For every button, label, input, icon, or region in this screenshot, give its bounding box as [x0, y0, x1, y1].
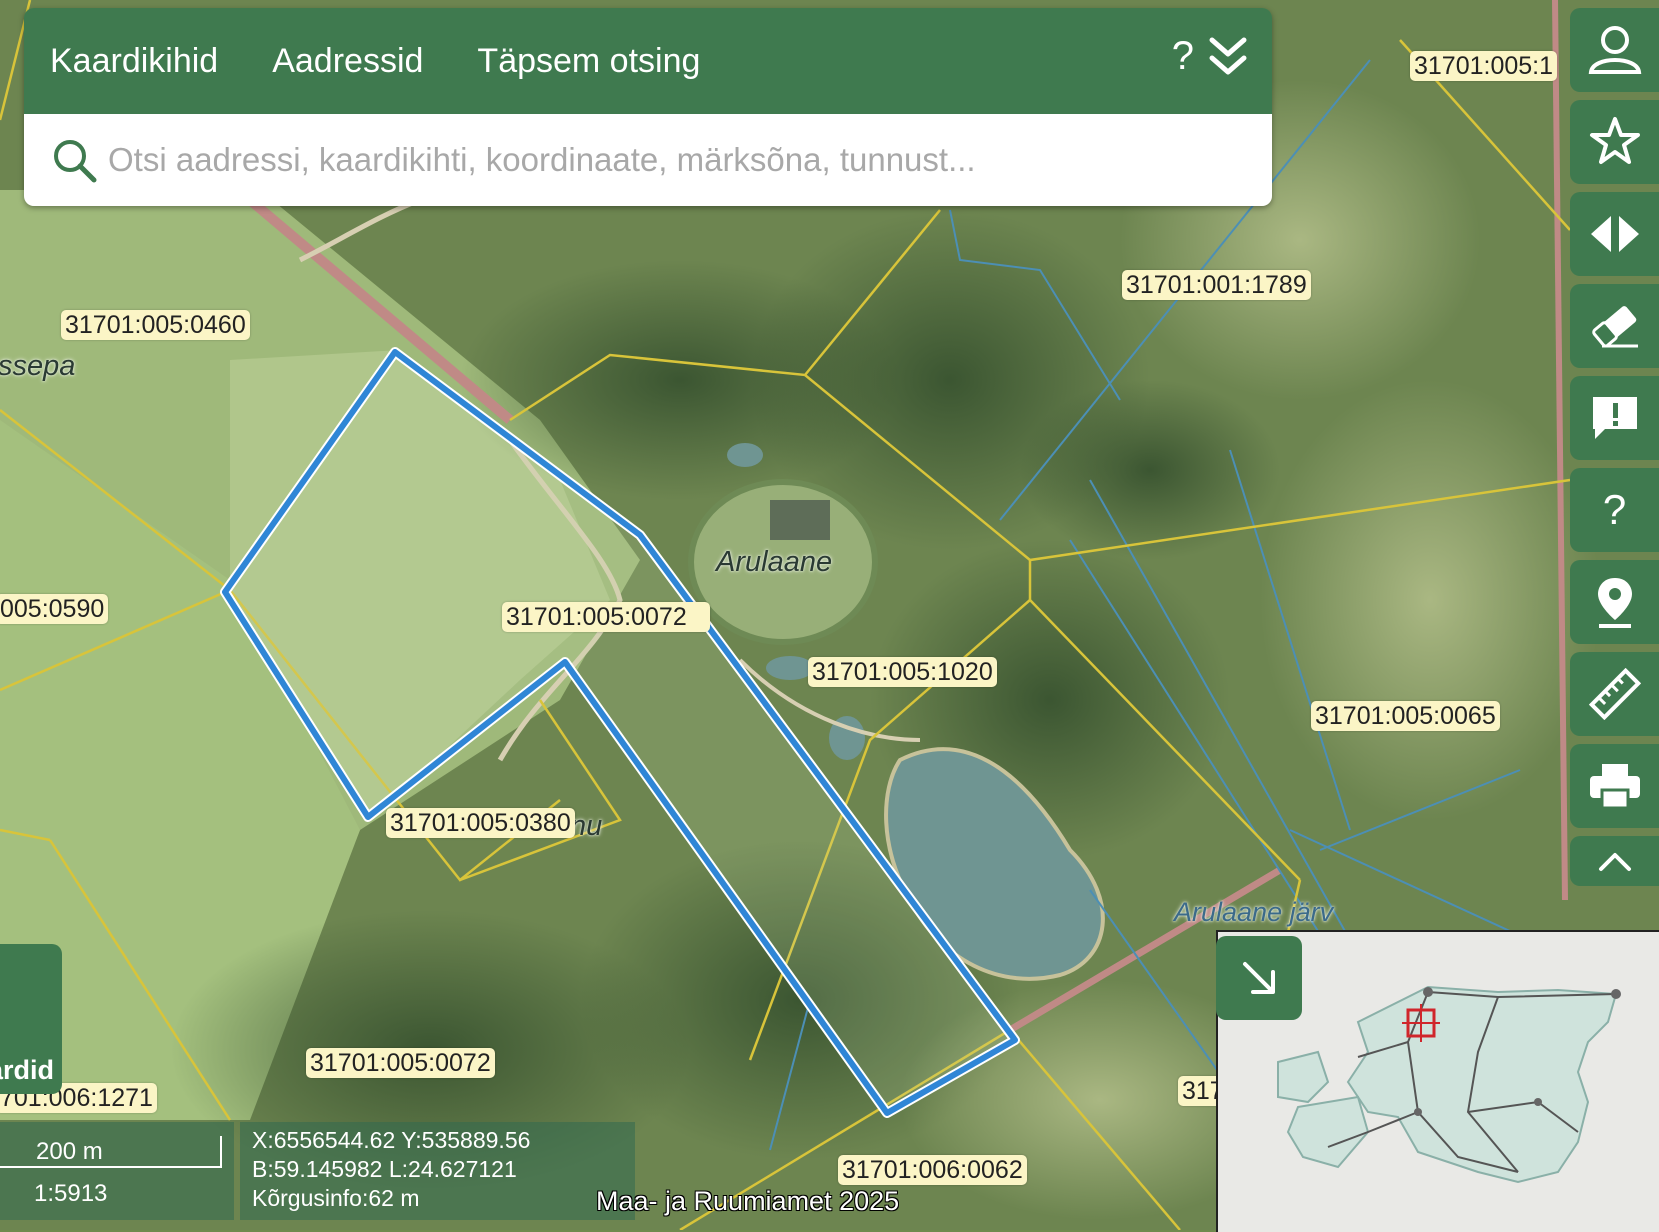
- favorites-button[interactable]: [1570, 100, 1659, 184]
- ruler-icon: [1588, 668, 1641, 720]
- double-chevron-down-icon: [1209, 37, 1247, 75]
- chevron-up-icon: [1598, 853, 1631, 871]
- parcel-label: 31701:005:0065: [1311, 701, 1500, 731]
- eraser-icon: [1591, 306, 1638, 348]
- print-icon: [1589, 764, 1640, 810]
- parcel-label: 31701:005:0072: [306, 1048, 495, 1078]
- compare-icon: [1590, 216, 1639, 252]
- scale-bar: [0, 1136, 222, 1168]
- user-icon: [1588, 26, 1641, 74]
- help-button[interactable]: ?: [1570, 468, 1659, 552]
- map-layers-panel-label: ardid: [0, 1055, 54, 1085]
- overview-collapse-button[interactable]: [1216, 936, 1302, 1020]
- user-button[interactable]: [1570, 8, 1659, 92]
- parcel-label: 31701:005:1: [1410, 51, 1558, 81]
- tab-aadressid[interactable]: Aadressid: [272, 42, 423, 81]
- parcel-label: 005:0590: [0, 594, 109, 624]
- star-icon: [1589, 117, 1640, 164]
- parcel-label: 31701:006:0062: [838, 1155, 1027, 1185]
- parcel-label: 31701:005:1020: [808, 657, 997, 687]
- scale-ratio: 1:5913: [34, 1180, 108, 1207]
- coordinates-box: X:6556544.62 Y:535889.56 B:59.145982 L:2…: [240, 1122, 635, 1220]
- search-row: [24, 114, 1272, 206]
- coord-bl: B:59.145982 L:24.627121: [252, 1156, 517, 1182]
- search-icon: [54, 140, 97, 183]
- parcel-label: 31701:005:0380: [386, 808, 575, 838]
- collapse-toolbar-button[interactable]: [1570, 836, 1659, 886]
- search-panel: Kaardikihid Aadressid Täpsem otsing ?: [24, 8, 1272, 206]
- scale-box: 200 m 1:5913: [0, 1122, 234, 1220]
- eraser-button[interactable]: [1570, 284, 1659, 368]
- parcel-label: 31701:001:1789: [1122, 270, 1311, 300]
- feedback-button[interactable]: [1570, 376, 1659, 460]
- right-toolbar: ?: [1570, 8, 1659, 894]
- arrow-down-right-icon: [1243, 962, 1275, 994]
- place-label-arulaane: Arulaane: [716, 546, 833, 578]
- coord-xy: X:6556544.62 Y:535889.56: [252, 1127, 531, 1153]
- coord-elevation: Kõrgusinfo:62 m: [252, 1185, 420, 1211]
- place-label-assepa: ssepa: [0, 350, 76, 382]
- print-button[interactable]: [1570, 744, 1659, 828]
- location-button[interactable]: [1570, 560, 1659, 644]
- measure-button[interactable]: [1570, 652, 1659, 736]
- place-label: nu: [570, 810, 603, 842]
- scale-distance: 200 m: [36, 1138, 103, 1165]
- tab-tapsem-otsing[interactable]: Täpsem otsing: [477, 42, 700, 81]
- search-help-button[interactable]: ?: [1172, 34, 1194, 79]
- copyright: Maa- ja Ruumiamet 2025: [596, 1186, 900, 1216]
- place-label-lake: Arulaane järv: [1174, 897, 1334, 927]
- tab-kaardikihid[interactable]: Kaardikihid: [50, 42, 218, 81]
- location-icon: [1597, 578, 1632, 628]
- help-icon: ?: [1602, 486, 1627, 533]
- parcel-label: 31701:005:0460: [61, 310, 250, 340]
- compare-button[interactable]: [1570, 192, 1659, 276]
- collapse-panel-button[interactable]: [1208, 34, 1248, 83]
- feedback-icon: [1592, 397, 1637, 439]
- parcel-label: 31701:005:0072: [502, 602, 710, 632]
- search-tabs-bar: Kaardikihid Aadressid Täpsem otsing ?: [24, 8, 1272, 114]
- search-input[interactable]: [106, 140, 1190, 180]
- current-location-marker: [1402, 1004, 1440, 1042]
- map-layers-panel-tab[interactable]: ardid: [0, 944, 62, 1094]
